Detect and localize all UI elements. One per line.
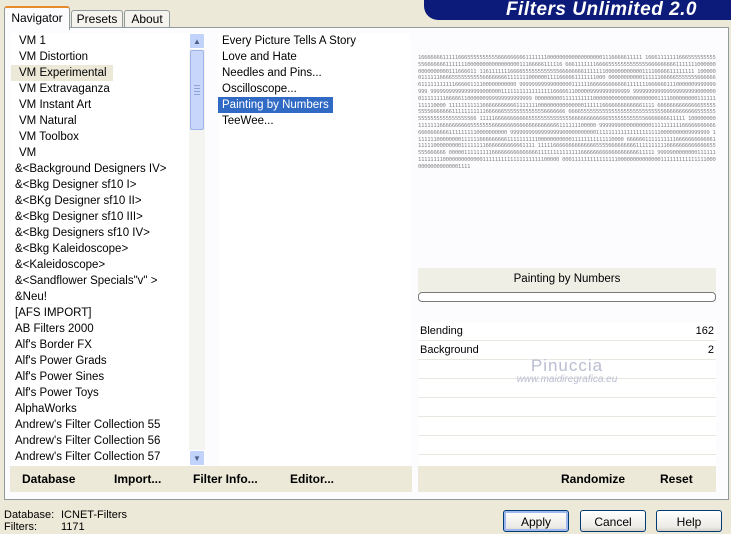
filter-item[interactable]: Painting by Numbers	[218, 97, 333, 113]
reset-link[interactable]: Reset	[660, 472, 693, 486]
category-item[interactable]: &Neu!	[11, 289, 189, 305]
param-row-empty	[418, 436, 716, 455]
category-list[interactable]: VM 1 VM Distortion VM Experimental VM Extra…	[11, 33, 189, 466]
category-item[interactable]: VM Instant Art	[11, 97, 189, 113]
param-label: Background	[420, 344, 479, 356]
filter-item[interactable]: Oscilloscope...	[218, 81, 410, 97]
filter-item[interactable]: Love and Hate	[218, 49, 410, 65]
filter-item[interactable]: Every Picture Tells A Story	[218, 33, 410, 49]
category-item[interactable]: &<BKg Designer sf10 II>	[11, 193, 189, 209]
category-scrollbar[interactable]: ▲ ▼	[189, 33, 205, 466]
filter-info-link[interactable]: Filter Info...	[193, 472, 258, 486]
category-item[interactable]: VM Extravaganza	[11, 81, 189, 97]
category-item[interactable]: Alf's Power Toys	[11, 385, 189, 401]
category-item[interactable]: Alf's Power Sines	[11, 369, 189, 385]
apply-button[interactable]: Apply	[503, 510, 569, 532]
navigator-toolbar: Database Import... Filter Info... Editor…	[10, 466, 412, 492]
scroll-thumb[interactable]	[190, 50, 204, 130]
param-label: Blending	[420, 325, 463, 337]
category-item[interactable]: [AFS IMPORT]	[11, 305, 189, 321]
category-item[interactable]: VM Toolbox	[11, 129, 189, 145]
param-row-background[interactable]: Background 2	[418, 341, 716, 360]
status-database-label: Database:	[4, 509, 55, 521]
category-item[interactable]: &<Sandflower Specials"v" >	[11, 273, 189, 289]
tab-about[interactable]: About	[124, 10, 170, 28]
category-item[interactable]: &<Background Designers IV>	[11, 161, 189, 177]
scroll-down-button[interactable]: ▼	[189, 450, 205, 466]
status-filters-value: 1171	[61, 521, 85, 533]
tab-presets[interactable]: Presets	[71, 10, 123, 28]
status-area: Database: ICNET-Filters Filters: 1171	[4, 510, 127, 534]
help-button[interactable]: Help	[656, 510, 722, 532]
status-filters-label: Filters:	[4, 521, 37, 533]
tab-navigator[interactable]: Navigator	[4, 6, 70, 30]
category-item[interactable]: Andrew's Filter Collection 57	[11, 449, 189, 465]
category-item[interactable]: &<Bkg Designer sf10 III>	[11, 209, 189, 225]
param-row-empty	[418, 417, 716, 436]
param-row-blending[interactable]: Blending 162	[418, 322, 716, 341]
title-banner: Filters Unlimited 2.0	[424, 0, 731, 20]
preview-image: 1666666611111666555555555566666666611111…	[418, 55, 716, 170]
category-item[interactable]: Andrew's Filter Collection 55	[11, 417, 189, 433]
category-item[interactable]: VM 1	[11, 33, 189, 49]
filter-list[interactable]: Every Picture Tells A Story Love and Hate…	[218, 33, 410, 466]
cancel-button[interactable]: Cancel	[580, 510, 646, 532]
category-item[interactable]: Alf's Border FX	[11, 337, 189, 353]
banner-title: Filters Unlimited 2.0	[505, 0, 697, 20]
param-row-empty	[418, 360, 716, 379]
category-item[interactable]: &<Bkg Kaleidoscope>	[11, 241, 189, 257]
param-row-empty	[418, 398, 716, 417]
param-row-empty	[418, 379, 716, 398]
filter-item[interactable]: TeeWee...	[218, 113, 410, 129]
scroll-up-button[interactable]: ▲	[189, 33, 205, 49]
category-item[interactable]: AB Filters 2000	[11, 321, 189, 337]
category-item[interactable]: AlphaWorks	[11, 401, 189, 417]
progress-bar	[418, 292, 716, 302]
category-item[interactable]: &<Kaleidoscope>	[11, 257, 189, 273]
import-link[interactable]: Import...	[114, 472, 161, 486]
category-item[interactable]: &<Bkg Designer sf10 I>	[11, 177, 189, 193]
param-value: 2	[707, 344, 714, 356]
category-item[interactable]: VM Distortion	[11, 49, 189, 65]
filter-name-label: Painting by Numbers	[418, 268, 716, 292]
category-item[interactable]: Andrew's Filter Collection 56	[11, 433, 189, 449]
category-item[interactable]: VM Natural	[11, 113, 189, 129]
category-item[interactable]: &<Bkg Designers sf10 IV>	[11, 225, 189, 241]
database-link[interactable]: Database	[22, 472, 75, 486]
category-item[interactable]: VM Experimental	[11, 65, 113, 81]
parameter-list: Blending 162 Background 2	[418, 322, 716, 474]
randomize-link[interactable]: Randomize	[561, 472, 625, 486]
category-item[interactable]: VM	[11, 145, 189, 161]
category-item[interactable]: Alf's Power Grads	[11, 353, 189, 369]
parameter-toolbar: Randomize Reset	[418, 466, 716, 492]
status-database-value: ICNET-Filters	[61, 509, 127, 521]
param-value: 162	[695, 325, 714, 337]
filter-item[interactable]: Needles and Pins...	[218, 65, 410, 81]
editor-link[interactable]: Editor...	[290, 472, 334, 486]
